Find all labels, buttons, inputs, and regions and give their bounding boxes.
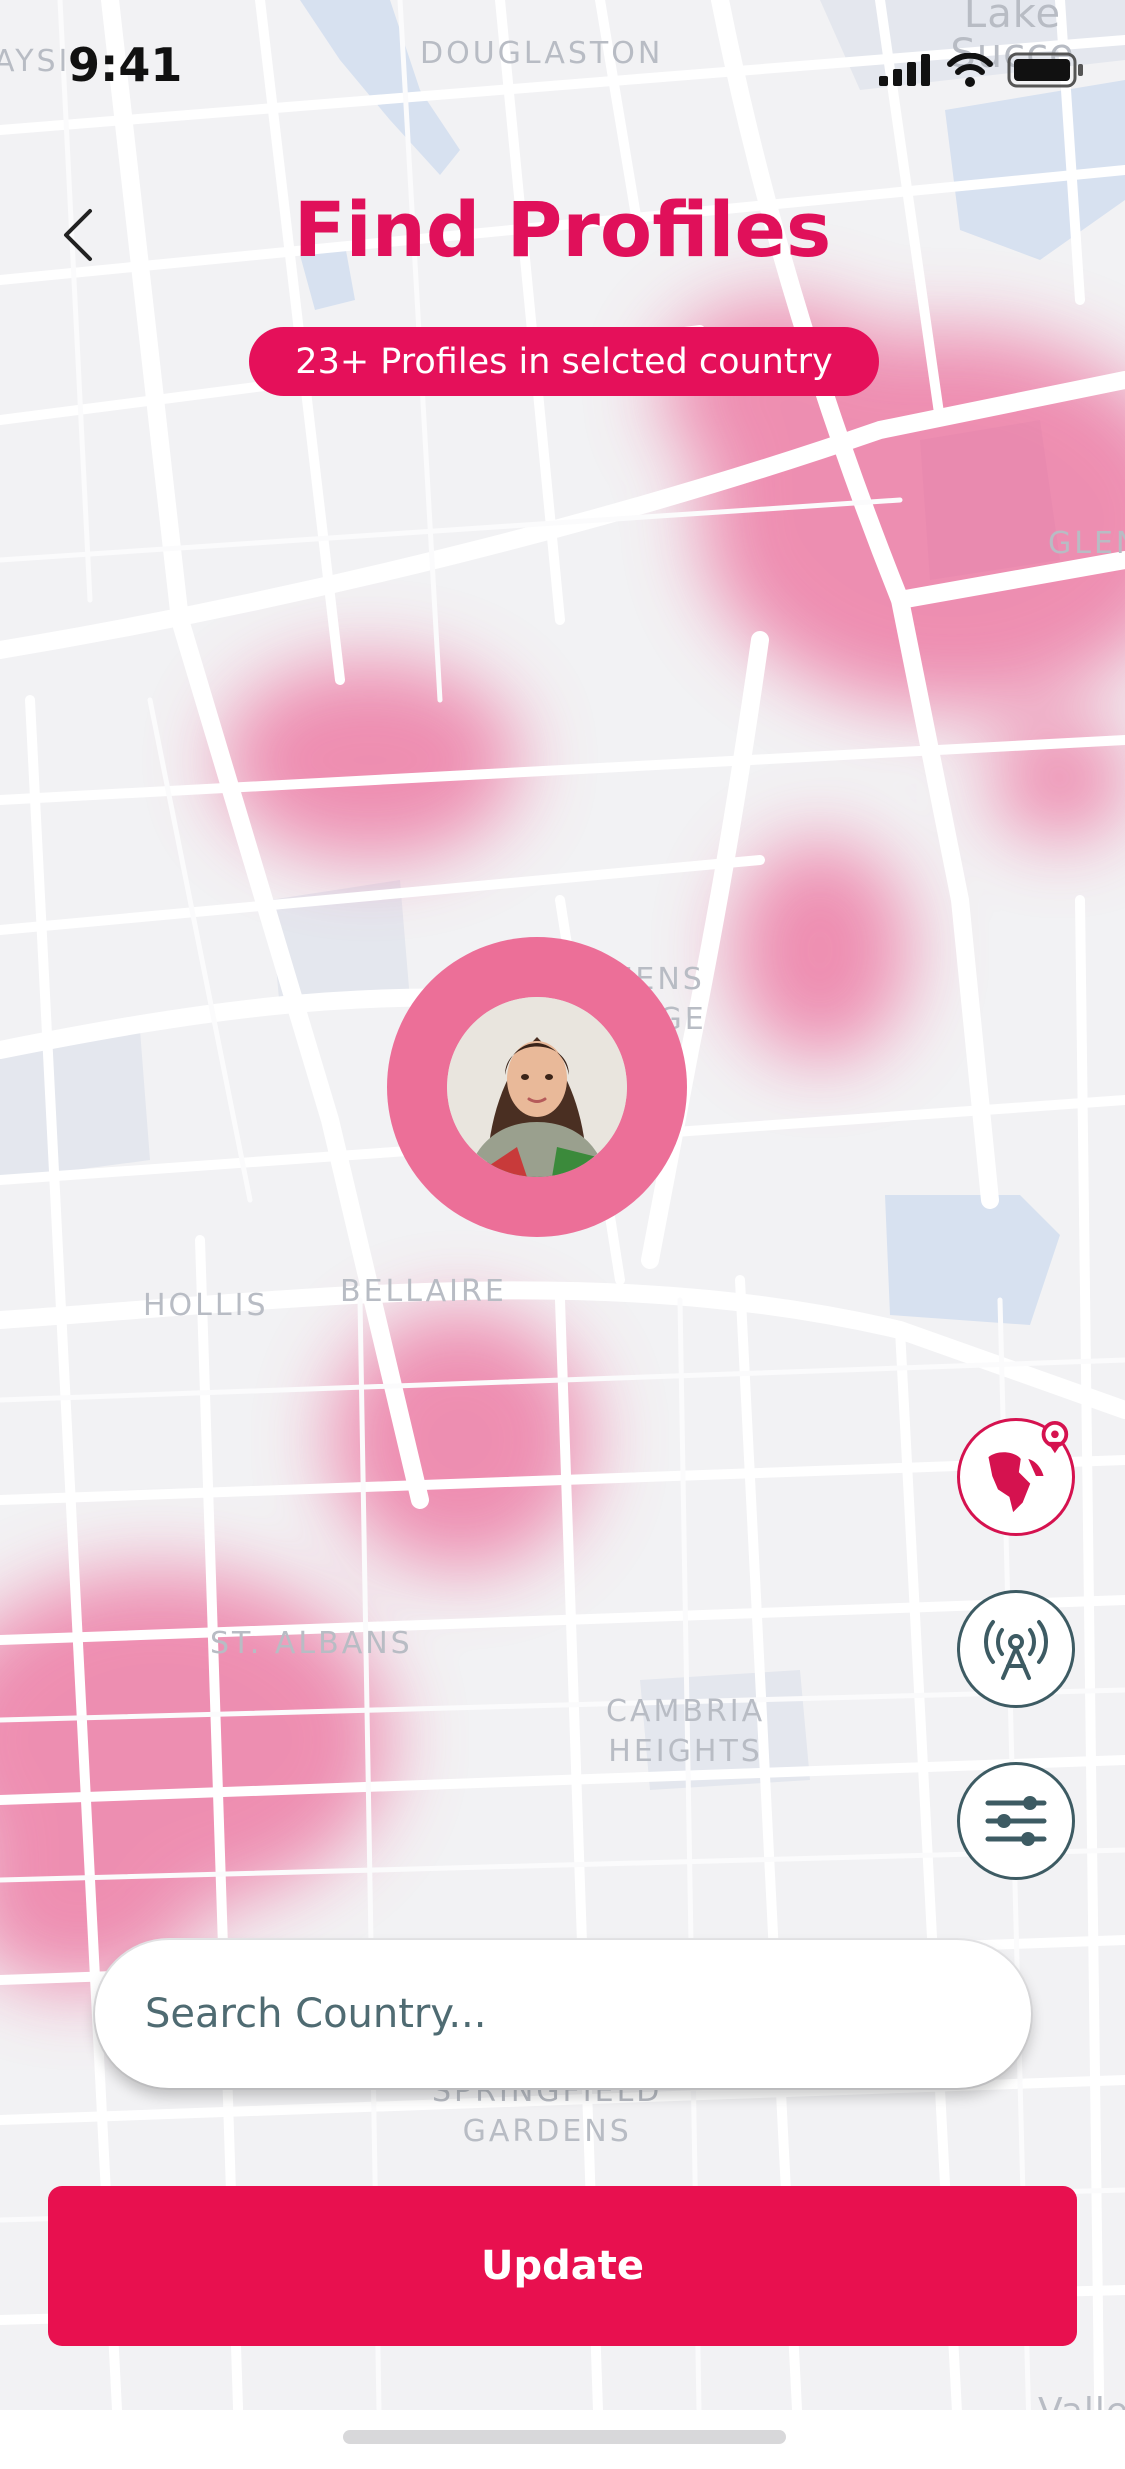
map-label-st-albans: ST. ALBANS: [210, 1626, 413, 1661]
status-icons: [879, 52, 1085, 88]
signal-icon: [879, 54, 930, 86]
update-button[interactable]: Update: [48, 2186, 1077, 2346]
globe-pin-icon: [965, 1421, 1069, 1528]
battery-icon: [1007, 52, 1083, 88]
avatar[interactable]: [447, 997, 627, 1177]
filter-button[interactable]: [957, 1762, 1075, 1880]
map-label-bellaire: BELLAIRE: [340, 1274, 507, 1309]
map-label-cambria-heights: CAMBRIA HEIGHTS: [606, 1694, 766, 1769]
avatar-image: [447, 997, 627, 1177]
home-indicator: [343, 2430, 786, 2444]
globe-location-button[interactable]: [957, 1418, 1075, 1536]
antenna-icon: [983, 1620, 1049, 1680]
status-time: 9:41: [68, 38, 183, 92]
profile-map-marker[interactable]: [387, 937, 687, 1237]
search-input[interactable]: [145, 1940, 985, 2088]
broadcast-button[interactable]: [957, 1590, 1075, 1708]
map-label-douglaston: DOUGLASTON: [420, 36, 664, 71]
map-label-glen: GLEN: [1048, 526, 1125, 561]
sliders-icon: [985, 1796, 1047, 1846]
profiles-count-badge: 23+ Profiles in selcted country: [249, 327, 879, 396]
search-box[interactable]: [95, 1940, 1031, 2088]
map-label-hollis: HOLLIS: [143, 1288, 269, 1323]
page-title: Find Profiles: [293, 185, 832, 274]
wifi-icon: [947, 53, 993, 87]
map-label-aysi: AYSI: [0, 44, 71, 79]
